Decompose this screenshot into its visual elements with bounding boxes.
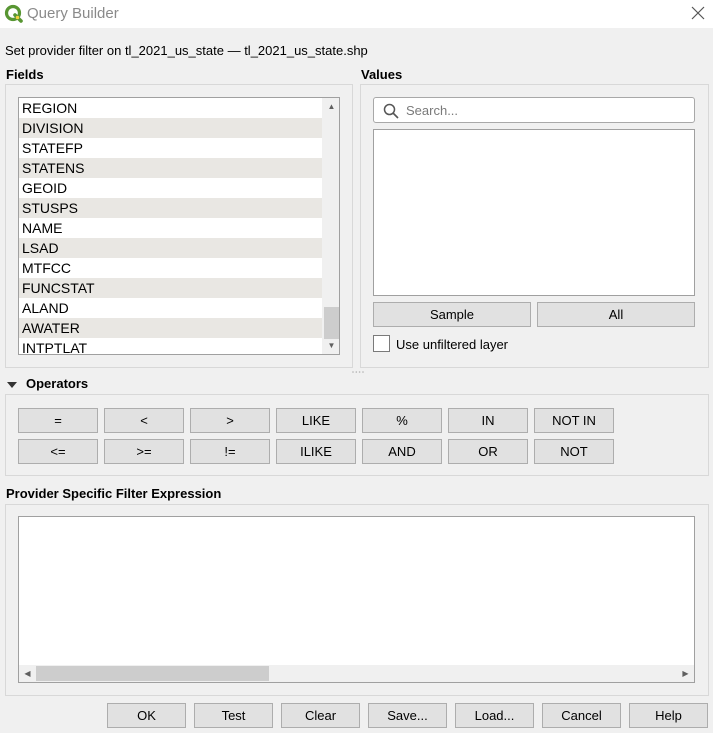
fields-group-title: Fields xyxy=(6,67,44,82)
op-less-equal-button[interactable]: <= xyxy=(18,439,98,464)
field-item[interactable]: ALAND xyxy=(19,298,323,318)
operators-group-title: Operators xyxy=(26,376,89,391)
values-search-box[interactable] xyxy=(373,97,695,123)
fields-list[interactable]: REGION DIVISION STATEFP STATENS GEOID ST… xyxy=(18,97,340,355)
field-item[interactable]: STUSPS xyxy=(19,198,323,218)
qgis-logo-icon xyxy=(4,4,23,23)
field-item[interactable]: FUNCSTAT xyxy=(19,278,323,298)
field-item[interactable]: STATEFP xyxy=(19,138,323,158)
field-item[interactable]: GEOID xyxy=(19,178,323,198)
help-button[interactable]: Help xyxy=(629,703,708,728)
op-equals-button[interactable]: = xyxy=(18,408,98,433)
field-item[interactable]: INTPTLAT xyxy=(19,338,323,354)
window-title: Query Builder xyxy=(27,5,119,22)
scrollbar-thumb[interactable] xyxy=(36,666,269,681)
op-in-button[interactable]: IN xyxy=(448,408,528,433)
scroll-left-arrow-icon[interactable]: ◀ xyxy=(19,665,36,682)
use-unfiltered-layer-label: Use unfiltered layer xyxy=(396,337,508,352)
field-item[interactable]: MTFCC xyxy=(19,258,323,278)
splitter-handle[interactable] xyxy=(351,370,365,374)
values-group-title: Values xyxy=(361,67,403,82)
scroll-up-arrow-icon[interactable]: ▲ xyxy=(323,98,339,115)
values-list[interactable] xyxy=(373,129,695,296)
scrollbar-thumb[interactable] xyxy=(324,307,339,339)
op-greater-than-button[interactable]: > xyxy=(190,408,270,433)
clear-button[interactable]: Clear xyxy=(281,703,360,728)
filter-expression-editor[interactable]: ◀ ▶ xyxy=(18,516,695,683)
op-less-than-button[interactable]: < xyxy=(104,408,184,433)
field-item[interactable]: DIVISION xyxy=(19,118,323,138)
search-icon xyxy=(383,103,399,119)
op-not-equal-button[interactable]: != xyxy=(190,439,270,464)
collapse-triangle-icon[interactable] xyxy=(6,379,18,391)
cancel-button[interactable]: Cancel xyxy=(542,703,621,728)
use-unfiltered-layer-checkbox[interactable] xyxy=(373,335,390,352)
expression-horizontal-scrollbar[interactable]: ◀ ▶ xyxy=(19,665,694,682)
field-item[interactable]: STATENS xyxy=(19,158,323,178)
field-item[interactable]: REGION xyxy=(19,98,323,118)
search-input[interactable] xyxy=(406,101,686,119)
scroll-right-arrow-icon[interactable]: ▶ xyxy=(677,665,694,682)
field-item[interactable]: LSAD xyxy=(19,238,323,258)
op-or-button[interactable]: OR xyxy=(448,439,528,464)
all-button[interactable]: All xyxy=(537,302,695,327)
op-percent-button[interactable]: % xyxy=(362,408,442,433)
field-item[interactable]: NAME xyxy=(19,218,323,238)
op-and-button[interactable]: AND xyxy=(362,439,442,464)
op-greater-equal-button[interactable]: >= xyxy=(104,439,184,464)
op-not-in-button[interactable]: NOT IN xyxy=(534,408,614,433)
field-item[interactable]: AWATER xyxy=(19,318,323,338)
filter-description: Set provider filter on tl_2021_us_state … xyxy=(5,43,368,58)
scroll-down-arrow-icon[interactable]: ▼ xyxy=(323,337,339,354)
op-like-button[interactable]: LIKE xyxy=(276,408,356,433)
close-button[interactable] xyxy=(686,2,710,24)
filter-expression-title: Provider Specific Filter Expression xyxy=(6,486,222,501)
op-ilike-button[interactable]: ILIKE xyxy=(276,439,356,464)
ok-button[interactable]: OK xyxy=(107,703,186,728)
load-button[interactable]: Load... xyxy=(455,703,534,728)
sample-button[interactable]: Sample xyxy=(373,302,531,327)
close-icon xyxy=(691,6,705,20)
save-button[interactable]: Save... xyxy=(368,703,447,728)
op-not-button[interactable]: NOT xyxy=(534,439,614,464)
test-button[interactable]: Test xyxy=(194,703,273,728)
fields-scrollbar[interactable]: ▲ ▼ xyxy=(322,98,339,354)
